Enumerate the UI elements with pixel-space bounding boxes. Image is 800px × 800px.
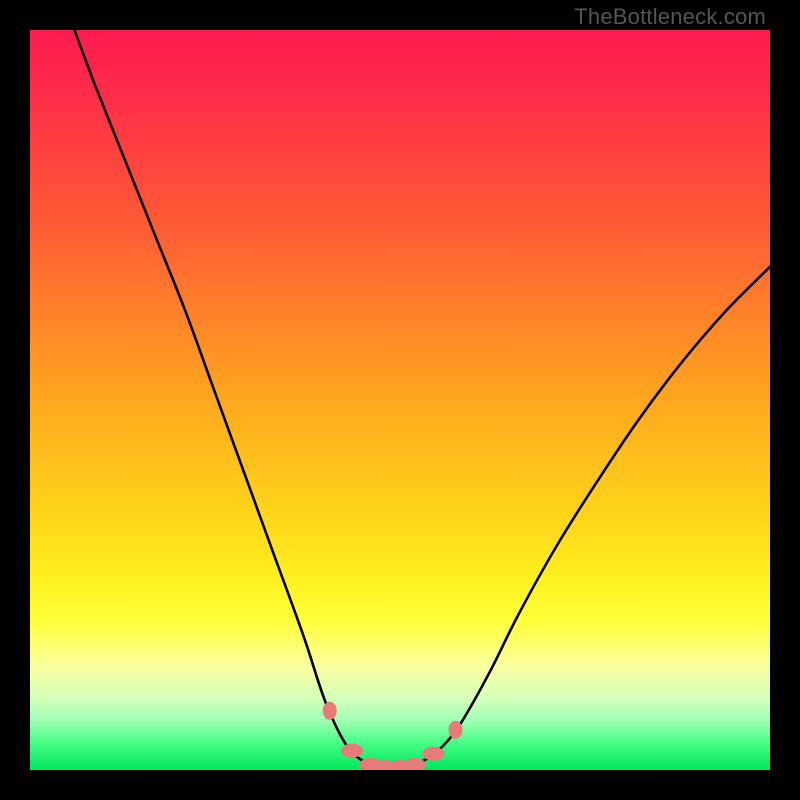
plateau-marker: [341, 744, 363, 758]
watermark-text: TheBottleneck.com: [574, 4, 766, 30]
plateau-marker: [449, 721, 463, 739]
chart-frame: TheBottleneck.com: [0, 0, 800, 800]
plateau-marker: [404, 758, 426, 770]
plot-area: [30, 30, 770, 770]
bottleneck-curve: [30, 30, 770, 770]
plateau-marker: [422, 747, 444, 761]
bottleneck-curve-path: [74, 30, 770, 767]
plateau-marker: [323, 702, 337, 720]
